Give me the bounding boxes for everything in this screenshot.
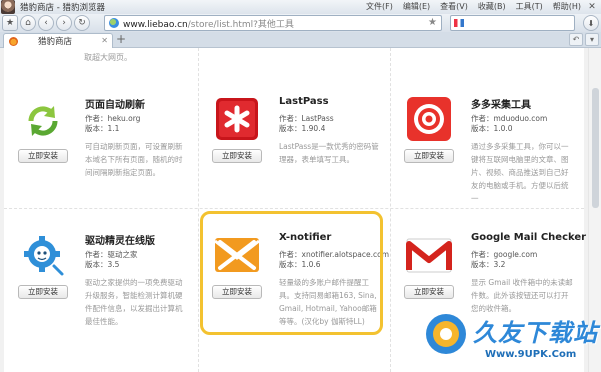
scrollbar-thumb[interactable] xyxy=(592,88,599,208)
site-globe-icon xyxy=(109,18,119,28)
previous-row-fragment: 取超大网页。 xyxy=(84,53,132,62)
extension-author: 作者：heku.org xyxy=(85,114,141,123)
extension-version: 版本：1.1 xyxy=(85,124,120,133)
tab-bar: 猎豹商店 ✕ + ↶ ▾ xyxy=(0,32,601,48)
menu-view[interactable]: 查看(V) xyxy=(440,1,468,12)
extension-name[interactable]: Google Mail Checker xyxy=(471,232,586,243)
navigation-toolbar: ★ ⌂ ‹ › ↻ www.liebao.cn/store/list.html?… xyxy=(0,14,601,32)
tab-tools: ↶ ▾ xyxy=(569,33,599,46)
title-bar: 猎豹商店 - 猎豹浏览器 文件(F) 编辑(E) 查看(V) 收藏(B) 工具(… xyxy=(0,0,601,14)
extension-author: 作者：驱动之家 xyxy=(85,250,138,259)
tab-liebao-store[interactable]: 猎豹商店 ✕ xyxy=(3,33,113,48)
favorites-star-icon[interactable]: ★ xyxy=(2,15,18,31)
download-icon[interactable]: ⬇ xyxy=(583,15,599,31)
extension-version: 版本：1.0.0 xyxy=(471,124,513,133)
liebao-tab-icon xyxy=(9,36,18,46)
search-engine-icon[interactable] xyxy=(454,19,464,27)
new-tab-button[interactable]: + xyxy=(116,33,126,46)
highlight-frame xyxy=(200,211,383,335)
search-input[interactable] xyxy=(450,15,575,31)
browser-logo-icon xyxy=(1,0,15,14)
extension-author: 作者：LastPass xyxy=(279,114,334,123)
window-close-icon[interactable]: ✕ xyxy=(587,2,597,12)
tab-label: 猎豹商店 xyxy=(38,37,73,47)
driver-gear-mascot-icon xyxy=(18,232,68,282)
window-title: 猎豹商店 - 猎豹浏览器 xyxy=(20,3,105,13)
menu-help[interactable]: 帮助(H) xyxy=(553,1,581,12)
extension-description: 可自动刷新页面，可设置刷新本域名下所有页面，随机的时间间隔刷新指定页面。 xyxy=(85,142,183,177)
extension-card-driver-genius: 驱动精灵在线版 作者：驱动之家 版本：3.5 驱动之家提供的一项免费驱动升级服务… xyxy=(4,232,194,372)
watermark-url: Www.9UPK.Com xyxy=(485,349,577,360)
url-path: /store/list.html?其他工具 xyxy=(187,19,294,30)
install-button[interactable]: 立即安装 xyxy=(404,285,454,299)
install-button[interactable]: 立即安装 xyxy=(18,285,68,299)
watermark: 久友下载站 Www.9UPK.Com xyxy=(415,305,601,372)
install-button[interactable]: 立即安装 xyxy=(18,149,68,163)
forward-icon[interactable]: › xyxy=(56,15,72,31)
menu-file[interactable]: 文件(F) xyxy=(366,1,393,12)
url-domain: www.liebao.cn xyxy=(123,19,188,30)
extension-description: 通过多多采集工具，你可以一键将互联网电脑里的文章、图片、视频、商品推送到自己好友… xyxy=(471,142,569,203)
extension-description: LastPass是一款优秀的密码管理器，表单填写工具。 xyxy=(279,142,379,164)
target-icon xyxy=(404,96,454,146)
gmail-icon xyxy=(404,232,454,282)
extension-version: 版本：1.90.4 xyxy=(279,124,326,133)
extension-description: 驱动之家提供的一项免费驱动升级服务，智能检测计算机硬件配件信息，以发掘出计算机最… xyxy=(85,278,183,326)
extension-name[interactable]: 多多采集工具 xyxy=(471,96,531,111)
menu-edit[interactable]: 编辑(E) xyxy=(403,1,430,12)
menu-bar: 文件(F) 编辑(E) 查看(V) 收藏(B) 工具(T) 帮助(H) xyxy=(366,1,581,12)
extension-version: 版本：3.2 xyxy=(471,260,506,269)
menu-tools[interactable]: 工具(T) xyxy=(516,1,543,12)
refresh-arrows-icon xyxy=(18,96,68,146)
undo-close-icon[interactable]: ↶ xyxy=(569,33,583,46)
extension-name[interactable]: LastPass xyxy=(279,96,329,107)
tab-list-icon[interactable]: ▾ xyxy=(585,33,599,46)
refresh-icon[interactable]: ↻ xyxy=(74,15,90,31)
extension-card-auto-refresh: 页面自动刷新 作者：heku.org 版本：1.1 可自动刷新页面，可设置刷新本… xyxy=(4,96,194,236)
extension-card-duoduo: 多多采集工具 作者：mduoduo.com 版本：1.0.0 通过多多采集工具，… xyxy=(390,96,580,236)
lastpass-asterisk-icon xyxy=(212,96,262,146)
tab-close-icon[interactable]: ✕ xyxy=(101,36,108,45)
extension-name[interactable]: 驱动精灵在线版 xyxy=(85,232,155,247)
address-bar[interactable]: www.liebao.cn/store/list.html?其他工具 ★ xyxy=(104,15,442,31)
extension-name[interactable]: 页面自动刷新 xyxy=(85,96,145,111)
watermark-text: 久友下载站 xyxy=(473,319,598,347)
install-button[interactable]: 立即安装 xyxy=(212,149,262,163)
extension-author: 作者：mduoduo.com xyxy=(471,114,548,123)
back-icon[interactable]: ‹ xyxy=(38,15,54,31)
install-button[interactable]: 立即安装 xyxy=(404,149,454,163)
menu-favorites[interactable]: 收藏(B) xyxy=(478,1,506,12)
home-icon[interactable]: ⌂ xyxy=(20,15,36,31)
extension-author: 作者：google.com xyxy=(471,250,538,259)
bookmark-star-icon[interactable]: ★ xyxy=(428,17,437,28)
watermark-logo-icon xyxy=(426,314,466,354)
extension-version: 版本：3.5 xyxy=(85,260,120,269)
